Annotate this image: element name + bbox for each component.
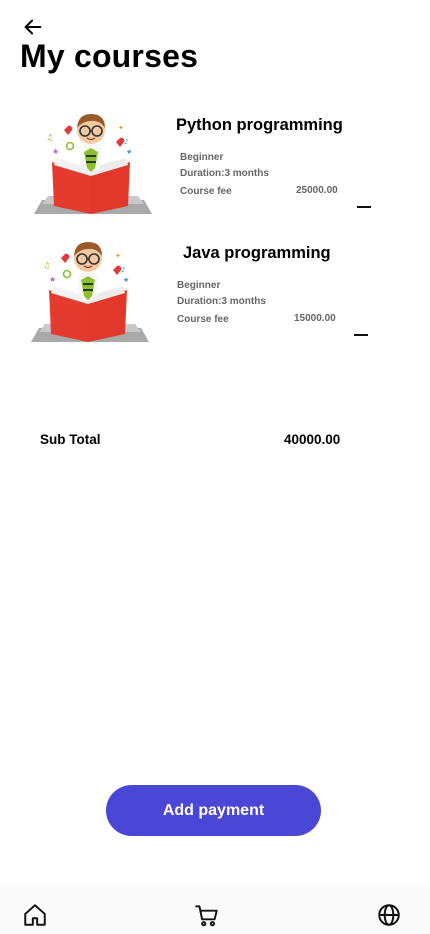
course-card-python[interactable]: ★ ♫ ♪ ✦ ★ Python programming Beginner Du…	[0, 110, 430, 230]
page-title: My courses	[20, 38, 199, 74]
course-title: Java programming	[183, 244, 331, 262]
subtotal-label: Sub Total	[40, 432, 101, 447]
course-thumbnail-image: ★ ♫ ♪ ✦ ★	[34, 114, 152, 214]
svg-text:✦: ✦	[115, 252, 121, 260]
course-duration: Duration:3 months	[180, 168, 269, 179]
cart-icon[interactable]	[194, 902, 220, 928]
course-fee-label: Course fee	[180, 186, 232, 197]
svg-text:♪: ♪	[124, 138, 128, 146]
svg-text:♫: ♫	[46, 133, 53, 142]
back-arrow-icon[interactable]	[22, 16, 44, 38]
home-icon[interactable]	[22, 902, 48, 928]
remove-course-icon[interactable]	[357, 206, 371, 208]
course-card-java[interactable]: ★ ♫ ♪ ✦ ★ Java programming Beginner Dura…	[0, 238, 430, 358]
course-title: Python programming	[176, 116, 343, 134]
svg-text:✦: ✦	[118, 124, 124, 132]
course-fee-label: Course fee	[177, 314, 229, 325]
subtotal-value: 40000.00	[284, 432, 341, 447]
globe-icon[interactable]	[376, 902, 402, 928]
svg-text:♫: ♫	[43, 261, 50, 270]
add-payment-button[interactable]: Add payment	[106, 785, 321, 836]
course-fee-value: 25000.00	[296, 185, 338, 196]
remove-course-icon[interactable]	[354, 334, 368, 336]
svg-text:★: ★	[52, 147, 59, 156]
svg-text:★: ★	[49, 275, 56, 284]
svg-text:★: ★	[123, 276, 129, 284]
course-fee-value: 15000.00	[294, 313, 336, 324]
bottom-nav	[0, 884, 430, 934]
course-duration: Duration:3 months	[177, 296, 266, 307]
course-level: Beginner	[180, 152, 224, 163]
course-thumbnail-image: ★ ♫ ♪ ✦ ★	[31, 242, 149, 342]
svg-text:♪: ♪	[121, 266, 125, 274]
course-level: Beginner	[177, 280, 221, 291]
svg-text:★: ★	[126, 148, 132, 156]
